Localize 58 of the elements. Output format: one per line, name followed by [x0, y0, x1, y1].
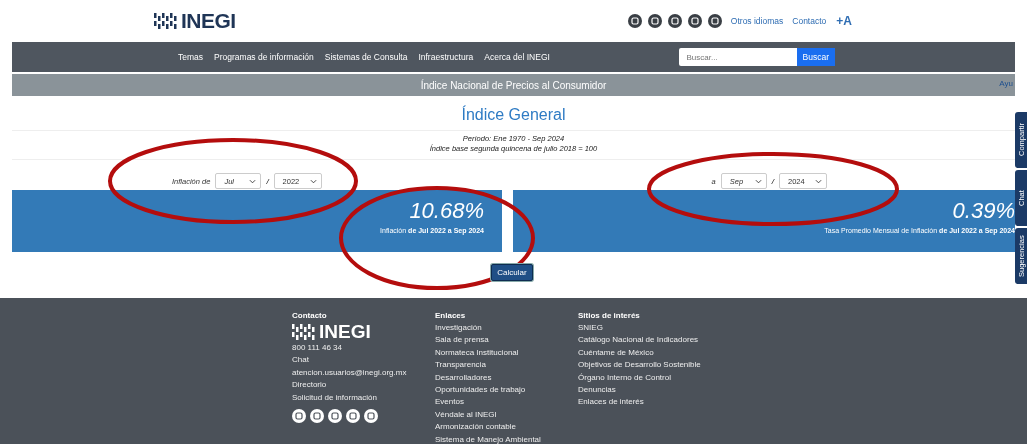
- nav-menu-item[interactable]: Temas: [178, 52, 204, 62]
- footer-link[interactable]: 800 111 46 34: [292, 342, 435, 355]
- caret-icon: [309, 178, 317, 184]
- footer-link[interactable]: Investigación: [435, 322, 578, 335]
- social-media-icon[interactable]: [667, 14, 682, 28]
- footer-link[interactable]: Sala de prensa: [435, 334, 578, 347]
- search-field[interactable]: Buscar...: [678, 48, 797, 66]
- nav-menu-item[interactable]: Programas de información: [214, 52, 314, 62]
- footer-heading: Sitios de interés: [578, 310, 641, 322]
- footer-link[interactable]: Eventos: [435, 396, 578, 409]
- footer-link[interactable]: Véndale al INEGI: [435, 408, 578, 422]
- calculate-button[interactable]: Calcular: [491, 264, 533, 281]
- footer-link[interactable]: Chat: [292, 354, 435, 367]
- page-title: Índice General: [12, 96, 1015, 131]
- social-media-icon[interactable]: [292, 409, 306, 424]
- footer-link[interactable]: Armonización contable: [435, 421, 578, 434]
- social-media-icon[interactable]: [328, 409, 342, 424]
- caret-icon: [249, 178, 257, 184]
- footer-link[interactable]: Denuncias: [578, 384, 778, 397]
- footer-link[interactable]: atencion.usuarios@inegi.org.mx: [292, 366, 435, 380]
- footer-link[interactable]: Sistema de Manejo Ambiental: [435, 433, 578, 444]
- result-value: 0.39%: [951, 198, 1015, 224]
- social-media-icon[interactable]: [647, 14, 662, 28]
- header-link[interactable]: Otros idiomas: [730, 16, 784, 26]
- footer-link[interactable]: Enlaces de interés: [578, 396, 778, 409]
- font-size-button[interactable]: +A: [836, 14, 852, 28]
- footer-link[interactable]: Objetivos de Desarrollo Sostenible: [578, 359, 778, 372]
- social-media-icon[interactable]: [707, 14, 722, 28]
- footer-heading: Enlaces: [435, 310, 467, 322]
- nav-menu-item[interactable]: Sistemas de Consulta: [324, 52, 408, 62]
- header-link[interactable]: Contacto: [792, 16, 827, 26]
- footer-link[interactable]: Órgano Interno de Control: [578, 371, 778, 385]
- inegi-logo: INEGI: [292, 322, 435, 342]
- section-title: Índice Nacional de Precios al Consumidor: [420, 79, 607, 91]
- search-button[interactable]: Buscar: [796, 48, 835, 66]
- nav-menu-item[interactable]: Acerca del INEGI: [484, 52, 550, 62]
- result-value: 10.68%: [408, 198, 484, 224]
- footer-link[interactable]: SNIEG: [578, 322, 778, 335]
- footer-link[interactable]: Directorio: [292, 379, 435, 392]
- inegi-logo[interactable]: INEGI: [154, 9, 236, 33]
- footer-link[interactable]: Desarrolladores: [435, 371, 578, 385]
- footer-link[interactable]: Solicitud de información: [292, 391, 435, 405]
- nav-menu-item[interactable]: Infraestructura: [418, 52, 474, 62]
- footer-link[interactable]: Cuéntame de México: [578, 346, 778, 360]
- footer-link[interactable]: Normateca Institucional: [435, 346, 578, 360]
- footer-heading: Contacto: [292, 310, 328, 322]
- social-media-icon[interactable]: [364, 409, 378, 424]
- caret-icon: [815, 178, 822, 184]
- social-media-icon[interactable]: [627, 14, 642, 28]
- separator-text: /: [771, 176, 774, 186]
- footer-link[interactable]: Transparencia: [435, 359, 578, 372]
- social-media-icon[interactable]: [687, 14, 702, 28]
- footer-link[interactable]: Catálogo Nacional de Indicadores: [578, 334, 778, 347]
- social-media-icon[interactable]: [346, 409, 360, 424]
- footer-link[interactable]: Oportunidades de trabajo: [435, 384, 578, 397]
- separator-text: /: [266, 176, 269, 186]
- social-media-icon[interactable]: [310, 409, 324, 424]
- caret-icon: [754, 178, 762, 184]
